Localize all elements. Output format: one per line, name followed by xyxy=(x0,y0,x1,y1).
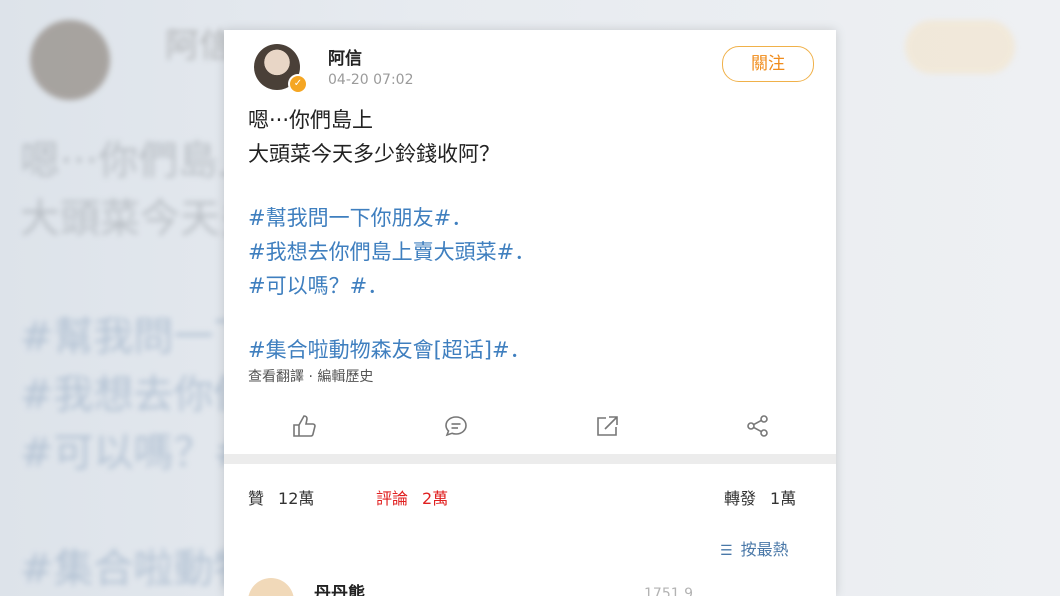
background-text-line: 嗯···你們島上 xyxy=(20,138,259,184)
repost-stat-count: 1萬 xyxy=(770,489,797,508)
post-time: 04-20 07:02 xyxy=(328,72,414,88)
comment-time: 1751 9 ... xyxy=(644,586,711,596)
post-text-line: 嗯···你們島上 xyxy=(248,108,374,132)
like-stat-count: 12萬 xyxy=(278,489,315,508)
hashtag-link[interactable]: #我想去你們島上賣大頭菜#． xyxy=(248,236,535,266)
like-icon[interactable] xyxy=(286,408,322,444)
hashtag-link[interactable]: #集合啦動物森友會[超话]#． xyxy=(248,334,531,364)
translate-history-links[interactable]: 查看翻譯 · 編輯歷史 xyxy=(248,366,373,386)
comment-icon[interactable] xyxy=(438,408,474,444)
action-bar xyxy=(224,408,836,444)
post-username[interactable]: 阿信 xyxy=(328,44,362,69)
verified-badge-icon: ✓ xyxy=(288,74,308,94)
background-follow-shape xyxy=(905,20,1015,74)
comment-stat-tab[interactable]: 評論 2萬 xyxy=(376,485,448,509)
forward-icon[interactable] xyxy=(740,408,776,444)
section-divider xyxy=(224,454,836,464)
sort-by-hot-button[interactable]: ☰ 按最熱 xyxy=(720,536,789,560)
hashtag-link[interactable]: #幫我問一下你朋友#． xyxy=(248,202,472,232)
background-avatar xyxy=(30,20,110,100)
repost-stat-label: 轉發 xyxy=(724,489,757,508)
post-card: ✓ 阿信 04-20 07:02 關注 嗯···你們島上 大頭菜今天多少鈴錢收阿… xyxy=(224,30,836,596)
hashtag-link[interactable]: #可以嗎？#． xyxy=(248,270,388,300)
repost-stat[interactable]: 轉發 1萬 xyxy=(724,485,796,509)
post-text-line: 大頭菜今天多少鈴錢收阿？ xyxy=(248,142,500,166)
sort-icon: ☰ xyxy=(720,543,733,559)
like-stat[interactable]: 贊 12萬 xyxy=(248,485,314,509)
like-stat-label: 贊 xyxy=(248,489,265,508)
background-username: 阿信 xyxy=(165,26,233,66)
comment-avatar[interactable] xyxy=(248,578,294,596)
share-icon[interactable] xyxy=(590,408,626,444)
comment-username[interactable]: 丹丹熊 xyxy=(314,579,365,596)
follow-button[interactable]: 關注 xyxy=(722,46,814,82)
comment-stat-label: 評論 xyxy=(376,489,409,508)
comment-stat-count: 2萬 xyxy=(422,489,449,508)
sort-label: 按最熱 xyxy=(740,540,789,559)
